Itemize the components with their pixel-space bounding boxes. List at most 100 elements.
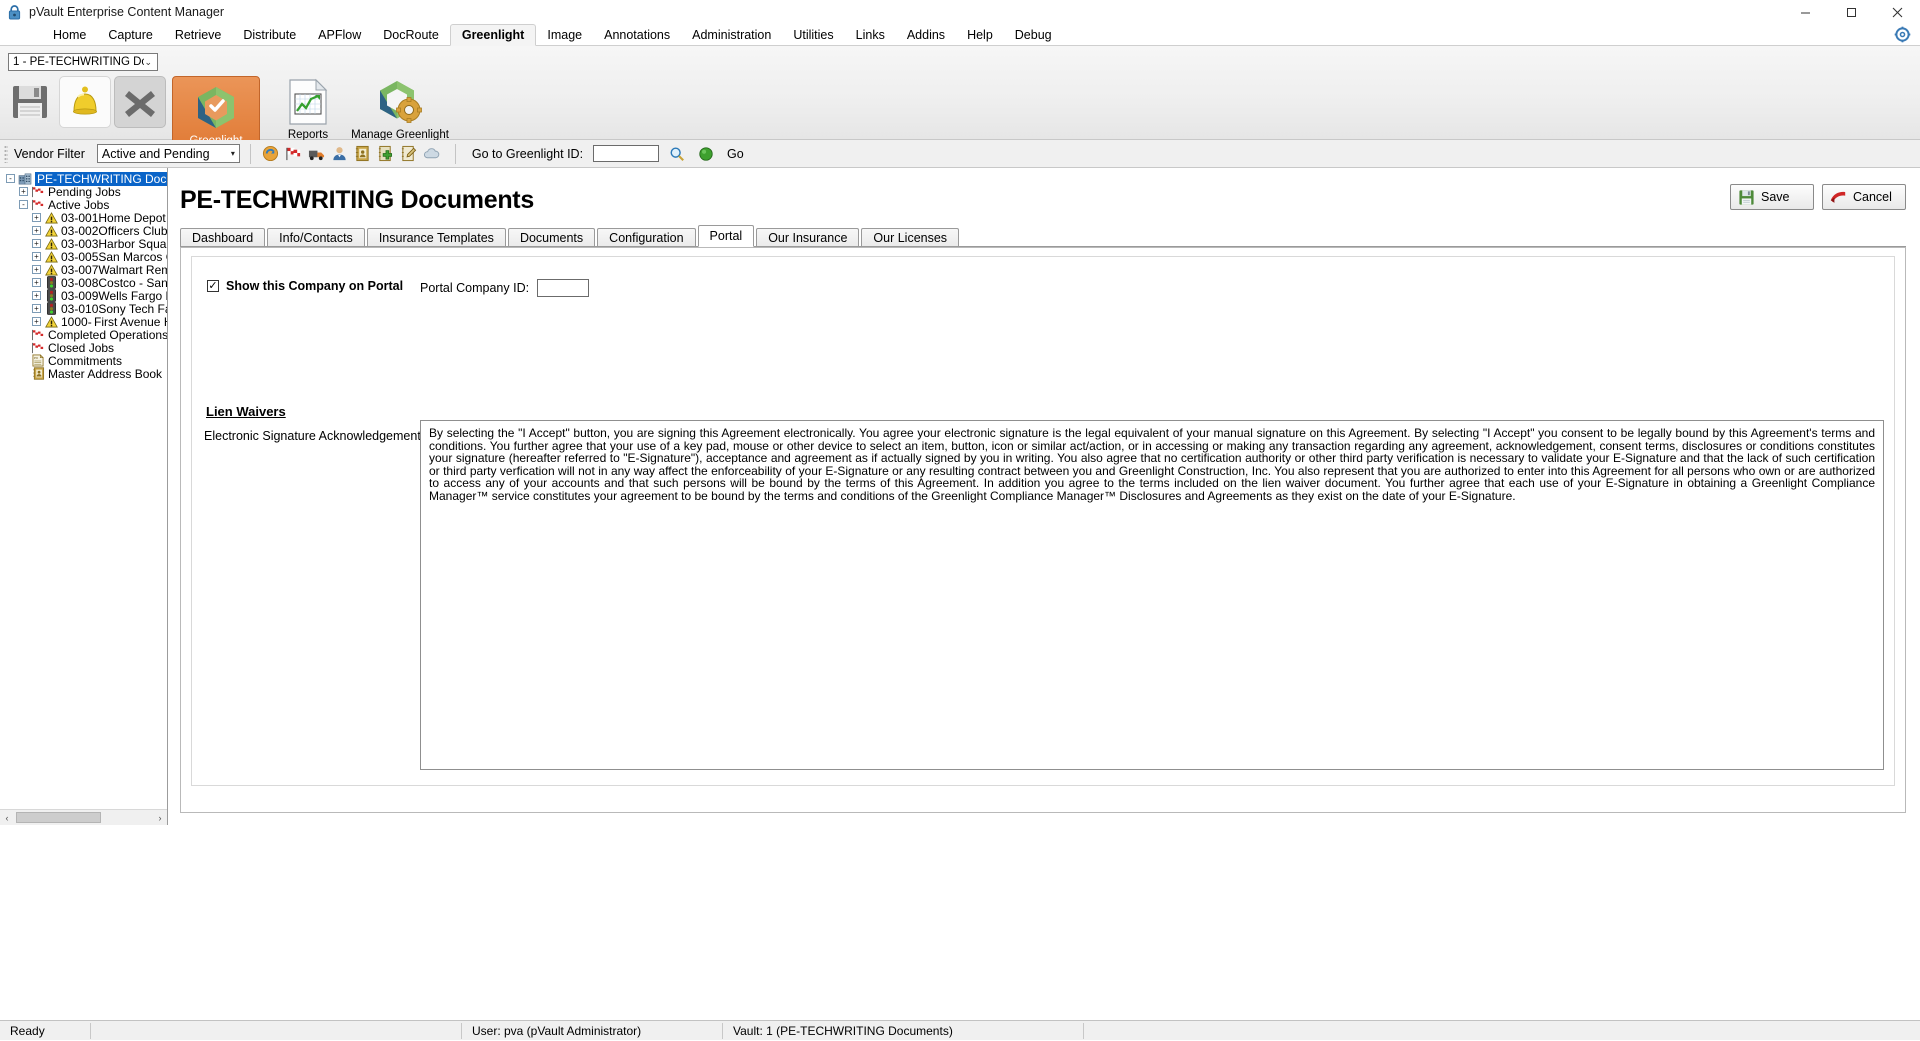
gear-icon[interactable] — [1894, 26, 1912, 44]
menu-item-debug[interactable]: Debug — [1004, 24, 1063, 45]
menu-item-image[interactable]: Image — [536, 24, 593, 45]
tree-node[interactable]: + Pending Jobs — [0, 185, 167, 198]
portal-company-id-row: Portal Company ID: — [420, 279, 589, 297]
expand-node-icon[interactable]: + — [32, 291, 41, 300]
tree-node[interactable]: +03-010Sony Tech Fab — [0, 302, 167, 315]
warning-icon — [44, 263, 58, 276]
menu-item-docroute[interactable]: DocRoute — [372, 24, 450, 45]
traffic-light-icon — [44, 276, 58, 289]
tree-node[interactable]: +03-008Costco - San M — [0, 276, 167, 289]
cancel-button[interactable]: Cancel — [1822, 184, 1906, 210]
tab-dashboard[interactable]: Dashboard — [180, 228, 265, 246]
menu-item-retrieve[interactable]: Retrieve — [164, 24, 233, 45]
tab-portal[interactable]: Portal — [698, 225, 755, 247]
tree-node-label: Pending Jobs — [48, 185, 121, 199]
menu-item-capture[interactable]: Capture — [97, 24, 163, 45]
checkered-flag-icon[interactable] — [284, 144, 303, 163]
goto-greenlight-id-input[interactable] — [593, 145, 659, 162]
scrollbar-thumb[interactable] — [16, 812, 101, 823]
collapse-node-icon[interactable]: - — [6, 174, 15, 183]
menu-item-greenlight[interactable]: Greenlight — [450, 24, 537, 46]
status-blank-2 — [1084, 1021, 1104, 1041]
tree-node[interactable]: +03-001Home Depot - — [0, 211, 167, 224]
tree-node[interactable]: -PE-TECHWRITING Documents — [0, 172, 167, 185]
esignature-acknowledgement-label: Electronic Signature Acknowledgement Tex… — [204, 429, 450, 443]
address-book-icon[interactable] — [353, 144, 372, 163]
truck-icon[interactable] — [307, 144, 326, 163]
minimize-button[interactable] — [1782, 0, 1828, 24]
menu-item-distribute[interactable]: Distribute — [232, 24, 307, 45]
vendor-filter-value: Active and Pending — [102, 147, 210, 161]
save-icon[interactable] — [4, 76, 56, 128]
expand-node-icon[interactable]: + — [32, 265, 41, 274]
tree-node[interactable]: Master Address Book — [0, 367, 167, 380]
expand-node-icon[interactable]: + — [32, 317, 41, 326]
menu-item-annotations[interactable]: Annotations — [593, 24, 681, 45]
add-contact-icon[interactable] — [376, 144, 395, 163]
tree-node[interactable]: +03-009Wells Fargo Re — [0, 289, 167, 302]
ribbon-item-manage-greenlight[interactable]: Manage Greenlight — [350, 76, 450, 141]
person-icon[interactable] — [330, 144, 349, 163]
tree-node[interactable]: +03-005San Marcos Cit — [0, 250, 167, 263]
tab-our-insurance[interactable]: Our Insurance — [756, 228, 859, 246]
expand-node-icon[interactable]: + — [32, 226, 41, 235]
notify-bell-icon[interactable] — [59, 76, 111, 128]
show-company-on-portal-checkbox[interactable]: ✓ — [207, 280, 219, 292]
scroll-left-icon[interactable]: ‹ — [0, 813, 14, 823]
esignature-acknowledgement-textarea[interactable]: By selecting the "I Accept" button, you … — [420, 420, 1884, 770]
ribbon-item-reports[interactable]: Reports — [264, 76, 352, 141]
maximize-button[interactable] — [1828, 0, 1874, 24]
edit-note-icon[interactable] — [399, 144, 418, 163]
show-company-on-portal-row[interactable]: ✓ Show this Company on Portal — [207, 279, 403, 293]
tab-insurance-templates[interactable]: Insurance Templates — [367, 228, 506, 246]
tree-node[interactable]: Closed Jobs — [0, 341, 167, 354]
expand-node-icon[interactable]: + — [32, 239, 41, 248]
close-button[interactable] — [1874, 0, 1920, 24]
collapse-node-icon[interactable]: - — [19, 200, 28, 209]
checkmark-icon: ✓ — [208, 281, 217, 292]
menu-item-home[interactable]: Home — [42, 24, 97, 45]
tree-horizontal-scrollbar[interactable]: ‹ › — [0, 809, 167, 825]
tab-our-licenses[interactable]: Our Licenses — [861, 228, 959, 246]
save-button[interactable]: Save — [1730, 184, 1814, 210]
tree-node[interactable]: POCommitments — [0, 354, 167, 367]
vault-selector[interactable]: 1 - PE-TECHWRITING Documer ⌄ — [8, 53, 158, 71]
portal-company-id-input[interactable] — [537, 279, 589, 297]
tab-documents[interactable]: Documents — [508, 228, 595, 246]
scroll-right-icon[interactable]: › — [153, 813, 167, 823]
menu-item-apflow[interactable]: APFlow — [307, 24, 372, 45]
menu-item-help[interactable]: Help — [956, 24, 1004, 45]
tree-node[interactable]: +03-007Walmart Remo — [0, 263, 167, 276]
expand-node-icon[interactable]: + — [19, 187, 28, 196]
tab-strip: Dashboard Info/Contacts Insurance Template… — [180, 226, 1906, 247]
menu-item-links[interactable]: Links — [845, 24, 896, 45]
menu-item-addins[interactable]: Addins — [896, 24, 956, 45]
warning-icon — [44, 237, 58, 250]
page-title: PE-TECHWRITING Documents — [180, 186, 534, 215]
tree-node[interactable]: +03-003Harbor Square — [0, 237, 167, 250]
svg-text:PO: PO — [34, 356, 39, 360]
go-button[interactable]: Go — [727, 147, 744, 161]
cancel-x-icon[interactable] — [114, 76, 166, 128]
tree-node[interactable]: +03-002Officers Club - — [0, 224, 167, 237]
cloud-icon[interactable] — [422, 144, 441, 163]
expand-node-icon[interactable]: + — [32, 213, 41, 222]
tree-node[interactable]: Completed Operations — [0, 328, 167, 341]
tree-node[interactable]: +1000-First Avenue Hi — [0, 315, 167, 328]
refresh-circle-icon[interactable] — [261, 144, 280, 163]
magnifier-icon[interactable] — [667, 144, 686, 163]
tab-label: Info/Contacts — [279, 231, 353, 245]
manage-greenlight-icon — [376, 76, 424, 128]
tab-configuration[interactable]: Configuration — [597, 228, 695, 246]
tab-info-contacts[interactable]: Info/Contacts — [267, 228, 365, 246]
expand-node-icon[interactable]: + — [32, 278, 41, 287]
vendor-filter-select[interactable]: Active and Pending ▾ — [97, 144, 240, 163]
expand-node-icon[interactable]: + — [32, 252, 41, 261]
expand-node-icon[interactable]: + — [32, 304, 41, 313]
tree-node-job-number: 03-008 — [61, 276, 98, 290]
tree-node[interactable]: -Active Jobs — [0, 198, 167, 211]
menu-item-administration[interactable]: Administration — [681, 24, 782, 45]
menu-item-utilities[interactable]: Utilities — [782, 24, 844, 45]
green-circle-icon[interactable] — [696, 144, 715, 163]
toolbar-grip[interactable] — [4, 145, 8, 163]
